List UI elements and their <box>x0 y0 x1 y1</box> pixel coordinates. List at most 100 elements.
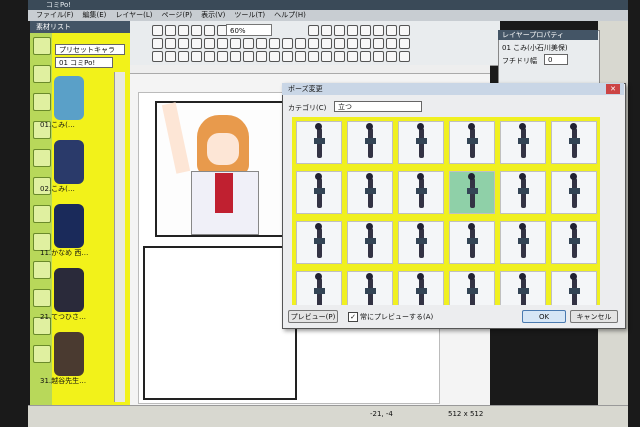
tool-button[interactable] <box>256 51 267 62</box>
tool-button[interactable] <box>191 51 202 62</box>
tool-button[interactable] <box>243 51 254 62</box>
tool-button[interactable] <box>256 38 267 49</box>
pose-thumbnail[interactable] <box>296 121 342 164</box>
material-scrollbar[interactable] <box>114 72 125 402</box>
tool-button[interactable] <box>217 51 228 62</box>
tool-button[interactable] <box>373 25 384 36</box>
tool-button[interactable] <box>347 25 358 36</box>
tool-button[interactable] <box>386 25 397 36</box>
pose-thumbnail[interactable] <box>398 271 444 305</box>
tool-button[interactable] <box>308 51 319 62</box>
pose-thumbnail[interactable] <box>347 171 393 214</box>
tool-button[interactable] <box>334 51 345 62</box>
pose-thumbnail[interactable] <box>296 271 342 305</box>
tool-button[interactable] <box>321 25 332 36</box>
tool-button[interactable] <box>399 51 410 62</box>
tool-button[interactable] <box>178 38 189 49</box>
edge-width-input[interactable]: 0 <box>544 54 568 65</box>
tool-button[interactable] <box>165 38 176 49</box>
tool-button[interactable] <box>373 51 384 62</box>
tool-button[interactable] <box>282 38 293 49</box>
tool-button[interactable] <box>308 25 319 36</box>
tool-button[interactable] <box>386 51 397 62</box>
menu-item[interactable]: ヘルプ(H) <box>274 10 306 21</box>
tool-button[interactable] <box>360 51 371 62</box>
always-preview-checkbox[interactable]: ✓ <box>348 312 358 322</box>
tool-button[interactable] <box>230 38 241 49</box>
pose-thumbnail[interactable] <box>551 121 597 164</box>
tool-button[interactable] <box>399 38 410 49</box>
tool-button[interactable] <box>152 25 163 36</box>
tool-button[interactable] <box>269 51 280 62</box>
pose-thumbnail[interactable] <box>449 121 495 164</box>
pose-thumbnail[interactable] <box>551 271 597 305</box>
pose-thumbnail[interactable] <box>296 221 342 264</box>
menu-item[interactable]: ツール(T) <box>234 10 265 21</box>
tool-button[interactable] <box>230 51 241 62</box>
pose-thumbnail[interactable] <box>347 221 393 264</box>
preview-button[interactable]: プレビュー(P) <box>288 310 338 323</box>
tool-button[interactable] <box>347 51 358 62</box>
material-tab[interactable] <box>33 37 51 55</box>
tool-button[interactable] <box>282 51 293 62</box>
character-item[interactable]: 31.越谷先生… <box>40 332 96 386</box>
tool-button[interactable] <box>334 38 345 49</box>
page-select[interactable]: 01 コミPo! <box>55 57 113 68</box>
category-select[interactable]: 立つ <box>334 101 422 112</box>
tool-button[interactable] <box>386 38 397 49</box>
zoom-select[interactable]: 60% <box>226 24 272 36</box>
tool-button[interactable] <box>321 38 332 49</box>
pose-thumbnail[interactable] <box>398 121 444 164</box>
menu-item[interactable]: ページ(P) <box>162 10 193 21</box>
ok-button[interactable]: OK <box>522 310 566 323</box>
pose-thumbnail[interactable] <box>500 271 546 305</box>
pose-thumbnail[interactable] <box>347 121 393 164</box>
character-item[interactable]: 01.こみ(… <box>40 76 96 130</box>
pose-thumbnail[interactable] <box>398 221 444 264</box>
tool-button[interactable] <box>347 38 358 49</box>
tool-button[interactable] <box>373 38 384 49</box>
pose-thumbnail[interactable] <box>500 221 546 264</box>
comic-panel-2[interactable] <box>143 246 297 400</box>
character-item[interactable]: 02.こみ(… <box>40 140 96 194</box>
pose-thumbnail[interactable] <box>500 121 546 164</box>
pose-thumbnail[interactable] <box>449 271 495 305</box>
tool-button[interactable] <box>217 38 228 49</box>
menu-item[interactable]: ファイル(F) <box>36 10 74 21</box>
tool-button[interactable] <box>191 25 202 36</box>
pose-thumbnail[interactable] <box>398 171 444 214</box>
pose-thumbnail[interactable] <box>296 171 342 214</box>
tool-button[interactable] <box>165 25 176 36</box>
tool-button[interactable] <box>204 38 215 49</box>
tool-button[interactable] <box>360 38 371 49</box>
tool-button[interactable] <box>269 38 280 49</box>
menu-item[interactable]: 表示(V) <box>201 10 225 21</box>
tool-button[interactable] <box>165 51 176 62</box>
menu-item[interactable]: 編集(E) <box>83 10 107 21</box>
character-item[interactable]: 21.てつひさ… <box>40 268 96 322</box>
tool-button[interactable] <box>399 25 410 36</box>
menu-item[interactable]: レイヤー(L) <box>115 10 152 21</box>
tool-button[interactable] <box>334 25 345 36</box>
pose-thumbnail[interactable] <box>551 221 597 264</box>
tool-button[interactable] <box>243 38 254 49</box>
tool-button[interactable] <box>308 38 319 49</box>
tool-button[interactable] <box>204 51 215 62</box>
tool-button[interactable] <box>204 25 215 36</box>
tool-button[interactable] <box>152 51 163 62</box>
pose-thumbnail[interactable] <box>347 271 393 305</box>
tool-button[interactable] <box>295 51 306 62</box>
pose-thumbnail[interactable] <box>551 171 597 214</box>
tool-button[interactable] <box>152 38 163 49</box>
preset-select[interactable]: プリセットキャラ <box>55 44 125 55</box>
pose-thumbnail[interactable] <box>449 171 495 214</box>
tool-button[interactable] <box>191 38 202 49</box>
tool-button[interactable] <box>295 38 306 49</box>
comic-panel-1[interactable] <box>155 101 289 237</box>
pose-thumbnail[interactable] <box>500 171 546 214</box>
close-icon[interactable]: ✕ <box>606 84 620 94</box>
tool-button[interactable] <box>178 25 189 36</box>
tool-button[interactable] <box>360 25 371 36</box>
tool-button[interactable] <box>178 51 189 62</box>
character-item[interactable]: 11.かなめ 西… <box>40 204 96 258</box>
